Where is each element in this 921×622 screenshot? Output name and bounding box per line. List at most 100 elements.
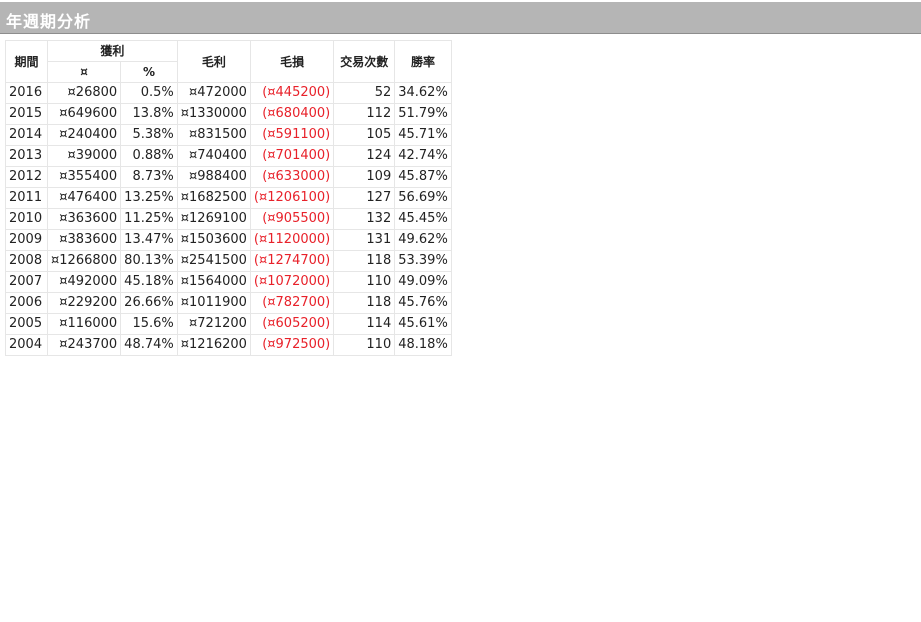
cell-profit-percent: 15.6%: [120, 313, 178, 335]
header-row: 期間 獲利 毛利 毛損 交易次數 勝率: [5, 40, 452, 83]
cell-trades: 109: [333, 166, 396, 188]
cell-win-rate: 53.39%: [394, 250, 452, 272]
cell-profit-percent: 5.38%: [120, 124, 178, 146]
table-row: 2009 ¤383600 13.47% ¤1503600 (¤1120000) 131 49…: [5, 229, 452, 251]
cell-profit-percent: 45.18%: [120, 271, 178, 293]
cell-trades: 114: [333, 313, 396, 335]
title-bar: 年週期分析: [0, 2, 921, 34]
cell-profit: ¤240400: [46, 124, 122, 146]
cell-gross-loss: (¤782700): [249, 292, 335, 314]
cell-year: 2014: [5, 124, 48, 146]
table-row: 2004 ¤243700 48.74% ¤1216200 (¤972500) 110 48.…: [5, 334, 452, 356]
cell-gross-loss: (¤972500): [249, 334, 335, 356]
cell-gross-profit: ¤1682500: [176, 187, 251, 209]
cell-trades: 124: [333, 145, 396, 167]
cell-trades: 112: [333, 103, 396, 125]
cell-year: 2007: [5, 271, 48, 293]
cell-trades: 132: [333, 208, 396, 230]
cell-trades: 52: [333, 82, 396, 104]
cell-gross-loss: (¤1206100): [249, 187, 335, 209]
table-row: 2005 ¤116000 15.6% ¤721200 (¤605200) 114 45.61…: [5, 313, 452, 335]
cell-profit: ¤39000: [46, 145, 122, 167]
cell-profit-percent: 13.8%: [120, 103, 178, 125]
cell-year: 2004: [5, 334, 48, 356]
table-row: 2011 ¤476400 13.25% ¤1682500 (¤1206100) 127 56…: [5, 187, 452, 209]
cell-trades: 118: [333, 292, 396, 314]
cell-profit: ¤229200: [46, 292, 122, 314]
header-gross-loss: 毛損: [249, 40, 335, 83]
cell-gross-loss: (¤680400): [249, 103, 335, 125]
header-profit: 獲利: [47, 40, 178, 62]
cell-profit: ¤355400: [46, 166, 122, 188]
cell-gross-profit: ¤1269100: [176, 208, 251, 230]
header-profit-percent: %: [120, 61, 178, 83]
cell-win-rate: 51.79%: [394, 103, 452, 125]
cell-profit-percent: 11.25%: [120, 208, 178, 230]
cell-win-rate: 45.61%: [394, 313, 452, 335]
cell-win-rate: 49.62%: [394, 229, 452, 251]
cell-year: 2010: [5, 208, 48, 230]
cell-gross-profit: ¤1330000: [176, 103, 251, 125]
cell-profit-percent: 8.73%: [120, 166, 178, 188]
cell-profit: ¤383600: [46, 229, 122, 251]
cell-year: 2011: [5, 187, 48, 209]
cell-profit: ¤243700: [46, 334, 122, 356]
cell-win-rate: 56.69%: [394, 187, 452, 209]
cell-year: 2005: [5, 313, 48, 335]
cell-gross-profit: ¤740400: [176, 145, 251, 167]
cell-profit: ¤476400: [46, 187, 122, 209]
table-body: 2016 ¤26800 0.5% ¤472000 (¤445200) 52 34.62% 20…: [5, 82, 452, 356]
cell-year: 2008: [5, 250, 48, 272]
cell-trades: 105: [333, 124, 396, 146]
cell-trades: 110: [333, 271, 396, 293]
cell-profit: ¤492000: [46, 271, 122, 293]
cell-profit-percent: 26.66%: [120, 292, 178, 314]
cell-year: 2009: [5, 229, 48, 251]
header-win-rate: 勝率: [394, 40, 452, 83]
cell-gross-loss: (¤605200): [249, 313, 335, 335]
cell-gross-loss: (¤591100): [249, 124, 335, 146]
cell-win-rate: 42.74%: [394, 145, 452, 167]
cell-year: 2015: [5, 103, 48, 125]
header-profit-currency: ¤: [46, 61, 122, 83]
table-row: 2006 ¤229200 26.66% ¤1011900 (¤782700) 118 45.…: [5, 292, 452, 314]
cell-gross-loss: (¤1120000): [249, 229, 335, 251]
cell-gross-loss: (¤701400): [249, 145, 335, 167]
cell-profit: ¤649600: [46, 103, 122, 125]
cell-year: 2012: [5, 166, 48, 188]
header-trades: 交易次數: [333, 40, 396, 83]
cell-gross-profit: ¤1503600: [176, 229, 251, 251]
cell-year: 2016: [5, 82, 48, 104]
cell-profit: ¤26800: [46, 82, 122, 104]
cell-profit: ¤1266800: [46, 250, 122, 272]
table-row: 2007 ¤492000 45.18% ¤1564000 (¤1072000) 110 49…: [5, 271, 452, 293]
cell-gross-profit: ¤1564000: [176, 271, 251, 293]
cell-profit-percent: 80.13%: [120, 250, 178, 272]
table-row: 2014 ¤240400 5.38% ¤831500 (¤591100) 105 45.71…: [5, 124, 452, 146]
cell-gross-profit: ¤721200: [176, 313, 251, 335]
cell-gross-loss: (¤1274700): [249, 250, 335, 272]
cell-profit-percent: 13.25%: [120, 187, 178, 209]
cell-trades: 127: [333, 187, 396, 209]
page-title: 年週期分析: [6, 12, 92, 31]
cell-profit-percent: 0.5%: [120, 82, 178, 104]
cell-gross-profit: ¤1216200: [176, 334, 251, 356]
cell-gross-loss: (¤445200): [249, 82, 335, 104]
table-row: 2012 ¤355400 8.73% ¤988400 (¤633000) 109 45.87…: [5, 166, 452, 188]
cell-gross-profit: ¤1011900: [176, 292, 251, 314]
cell-year: 2006: [5, 292, 48, 314]
table-row: 2015 ¤649600 13.8% ¤1330000 (¤680400) 112 51.7…: [5, 103, 452, 125]
cell-gross-profit: ¤2541500: [176, 250, 251, 272]
cell-win-rate: 45.87%: [394, 166, 452, 188]
header-period: 期間: [5, 40, 48, 83]
cell-profit-percent: 13.47%: [120, 229, 178, 251]
cell-win-rate: 49.09%: [394, 271, 452, 293]
cell-gross-profit: ¤472000: [176, 82, 251, 104]
cell-gross-loss: (¤633000): [249, 166, 335, 188]
table-row: 2013 ¤39000 0.88% ¤740400 (¤701400) 124 42.74%: [5, 145, 452, 167]
cell-win-rate: 45.45%: [394, 208, 452, 230]
table-row: 2016 ¤26800 0.5% ¤472000 (¤445200) 52 34.62%: [5, 82, 452, 104]
cell-win-rate: 45.71%: [394, 124, 452, 146]
cell-gross-profit: ¤831500: [176, 124, 251, 146]
cell-year: 2013: [5, 145, 48, 167]
